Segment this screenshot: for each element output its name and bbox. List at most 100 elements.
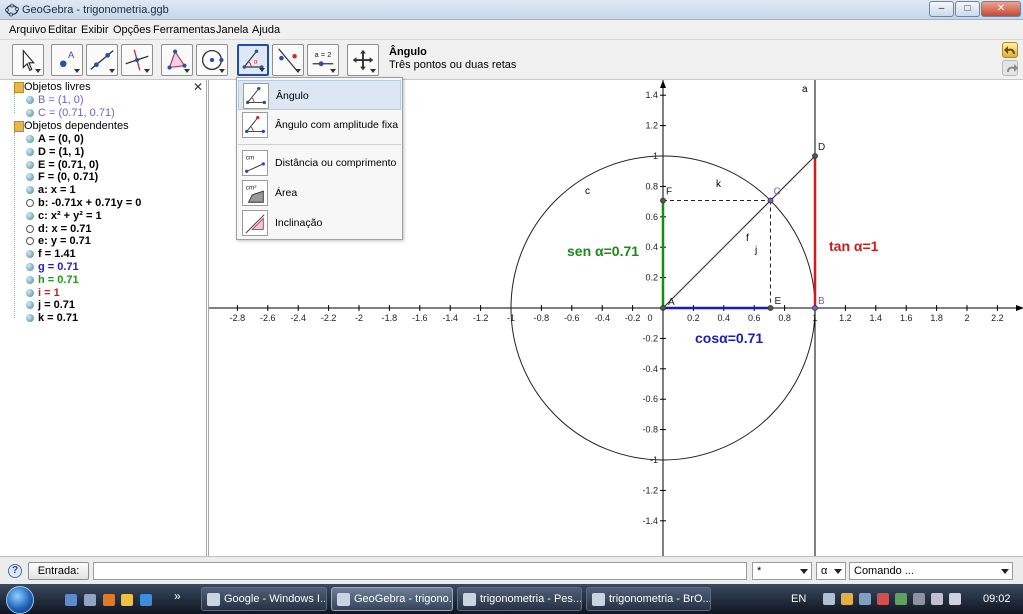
slider-tool-button[interactable]: a = 2 <box>307 44 339 76</box>
visibility-toggle-icon[interactable] <box>26 224 34 233</box>
internet-explorer-icon[interactable] <box>140 594 152 606</box>
visibility-toggle-icon[interactable] <box>26 288 34 297</box>
x-tick-label: 0.8 <box>778 313 791 323</box>
algebra-close-icon[interactable]: ✕ <box>193 80 203 94</box>
visibility-toggle-icon[interactable] <box>26 275 34 284</box>
visibility-toggle-icon[interactable] <box>26 237 34 246</box>
algebra-item-dependent[interactable]: g = 0.71 <box>26 261 79 273</box>
circle-tool-button[interactable] <box>196 44 228 76</box>
redo-button[interactable] <box>1002 60 1018 76</box>
algebra-item-dependent[interactable]: D = (1, 1) <box>26 146 84 158</box>
switch-windows-icon[interactable] <box>84 594 96 606</box>
dropdown-item-distance[interactable]: cm Distância ou comprimento <box>238 148 401 178</box>
input-field[interactable] <box>93 562 747 580</box>
algebra-item-dependent[interactable]: i = 1 <box>26 287 60 299</box>
taskbar-task-google[interactable]: Google - Windows I... <box>201 587 327 611</box>
window-title: GeoGebra - trigonometria.ggb <box>22 4 169 16</box>
algebra-item-dependent[interactable]: d: x = 0.71 <box>26 223 92 235</box>
algebra-item-dependent[interactable]: f = 1.41 <box>26 248 76 260</box>
algebra-item-dependent[interactable]: k = 0.71 <box>26 312 78 324</box>
tray-icon[interactable] <box>823 593 835 605</box>
tray-icon[interactable] <box>913 593 925 605</box>
angle-icon <box>246 86 266 105</box>
start-button[interactable] <box>6 586 34 614</box>
tray-icon[interactable] <box>859 593 871 605</box>
input-label-button[interactable]: Entrada: <box>28 562 89 580</box>
menu-ferramentas[interactable]: Ferramentas <box>153 24 215 36</box>
tray-icon[interactable] <box>895 593 907 605</box>
dropdown-item-label: Distância ou comprimento <box>275 157 397 169</box>
command-combo[interactable]: Comando ... <box>849 562 1013 580</box>
help-icon[interactable]: ? <box>8 564 22 578</box>
visibility-toggle-icon[interactable] <box>26 135 34 143</box>
line-tool-button[interactable] <box>86 44 118 76</box>
dependent-objects-folder[interactable]: Objetos dependentes <box>14 120 129 132</box>
network-icon[interactable] <box>931 593 943 605</box>
greek-combo[interactable]: α <box>816 562 846 580</box>
algebra-item-text: B = (1, 0) <box>38 94 84 106</box>
y-axis-arrow <box>660 80 666 88</box>
visibility-toggle-icon[interactable] <box>26 173 34 182</box>
visibility-toggle-icon[interactable] <box>26 301 34 310</box>
algebra-item-free[interactable]: C = (0.71, 0.71) <box>26 107 115 119</box>
algebra-item-dependent[interactable]: c: x² + y² = 1 <box>26 210 102 222</box>
menu-ajuda[interactable]: Ajuda <box>252 24 280 36</box>
language-indicator[interactable]: EN <box>791 593 806 605</box>
algebra-item-free[interactable]: B = (1, 0) <box>26 94 84 106</box>
dropdown-item-slope[interactable]: Inclinação <box>238 208 401 238</box>
dropdown-item-fixed-angle[interactable]: Ângulo com amplitude fixa <box>238 110 401 140</box>
visibility-toggle-icon[interactable] <box>26 186 34 195</box>
dropdown-item-angle[interactable]: Ângulo <box>238 80 401 110</box>
show-desktop-icon[interactable] <box>65 594 77 606</box>
visibility-toggle-icon[interactable] <box>26 250 34 259</box>
taskbar-task-broffice[interactable]: trigonometria - BrO... <box>586 587 711 611</box>
close-button[interactable]: ✕ <box>981 1 1021 17</box>
algebra-item-dependent[interactable]: j = 0.71 <box>26 299 75 311</box>
visibility-toggle-icon[interactable] <box>26 109 34 117</box>
angle-tool-button[interactable]: α <box>237 44 269 76</box>
visibility-toggle-icon[interactable] <box>26 211 34 220</box>
algebra-item-dependent[interactable]: E = (0.71, 0) <box>26 159 99 171</box>
menu-opcoes[interactable]: Opções <box>113 24 151 36</box>
symbol-combo[interactable]: * <box>752 562 812 580</box>
visibility-toggle-icon[interactable] <box>26 160 34 169</box>
algebra-item-dependent[interactable]: h = 0.71 <box>26 274 79 286</box>
visibility-toggle-icon[interactable] <box>26 263 34 271</box>
algebra-item-dependent[interactable]: b: -0.71x + 0.71y = 0 <box>26 197 141 209</box>
point-tool-button[interactable]: A <box>51 44 83 76</box>
y-tick-label: 1.4 <box>645 90 658 100</box>
polygon-tool-button[interactable] <box>161 44 193 76</box>
visibility-toggle-icon[interactable] <box>26 96 34 104</box>
minimize-button[interactable]: – <box>929 1 954 17</box>
point-F <box>660 197 666 204</box>
free-objects-folder[interactable]: Objetos livres <box>14 81 91 93</box>
visibility-toggle-icon[interactable] <box>26 314 34 323</box>
algebra-item-dependent[interactable]: e: y = 0.71 <box>26 235 91 247</box>
algebra-item-dependent[interactable]: a: x = 1 <box>26 184 76 196</box>
menu-exibir[interactable]: Exibir <box>81 24 109 36</box>
taskbar-task-geogebra[interactable]: GeoGebra - trigono... <box>331 587 453 611</box>
overflow-chevron-icon[interactable]: » <box>174 589 181 603</box>
visibility-toggle-icon[interactable] <box>26 199 34 207</box>
move-tool-button[interactable] <box>12 44 44 76</box>
perpendicular-tool-button[interactable] <box>121 44 153 76</box>
tray-icon[interactable] <box>841 593 853 605</box>
menu-editar[interactable]: Editar <box>48 24 77 36</box>
volume-icon[interactable] <box>949 593 961 605</box>
dropdown-item-area[interactable]: cm² Área <box>238 178 401 208</box>
move-view-tool-button[interactable] <box>347 44 379 76</box>
algebra-item-dependent[interactable]: F = (0, 0.71) <box>26 171 98 183</box>
menu-arquivo[interactable]: Arquivo <box>9 24 46 36</box>
folder-icon[interactable] <box>121 594 133 606</box>
reflect-tool-button[interactable] <box>272 44 304 76</box>
y-tick-label: 0.8 <box>645 181 658 191</box>
tray-icon[interactable] <box>877 593 889 605</box>
visibility-toggle-icon[interactable] <box>26 147 34 156</box>
document-icon <box>592 593 605 606</box>
undo-button[interactable] <box>1002 42 1018 58</box>
maximize-button[interactable]: □ <box>955 1 980 17</box>
firefox-icon[interactable] <box>103 594 115 606</box>
menu-janela[interactable]: Janela <box>216 24 248 36</box>
algebra-item-dependent[interactable]: A = (0, 0) <box>26 133 84 145</box>
taskbar-task-pesquisa[interactable]: trigonometria - Pes... <box>457 587 582 611</box>
